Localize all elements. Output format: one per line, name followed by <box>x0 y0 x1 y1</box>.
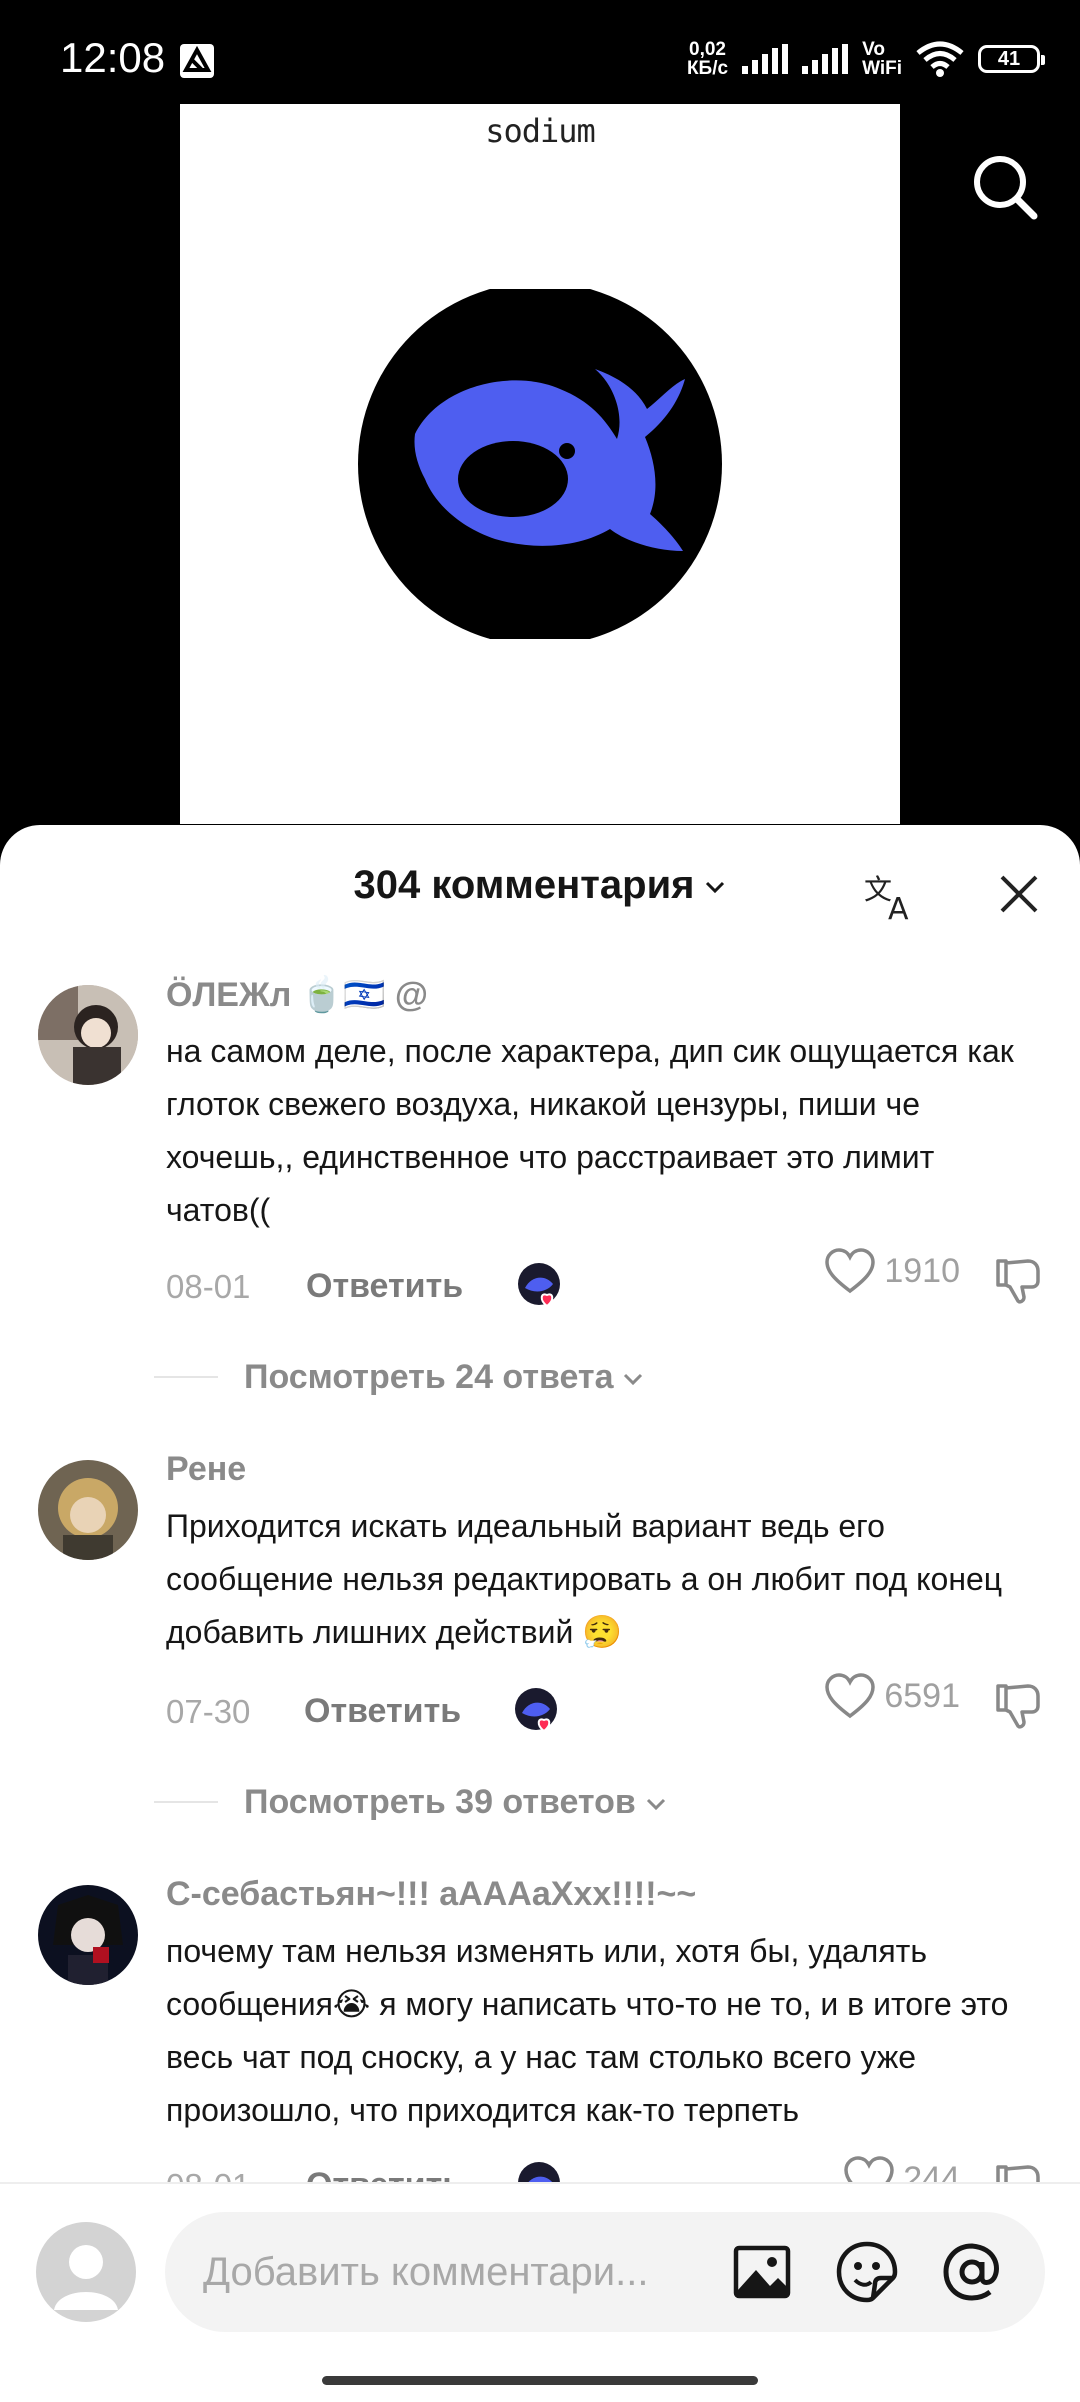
status-indicators: 0,02 КБ/с Vo WiFi 41 <box>686 39 1045 79</box>
view-replies-button[interactable]: Посмотреть 24 ответа <box>0 1352 1080 1402</box>
my-avatar[interactable] <box>36 2222 136 2322</box>
avatar[interactable] <box>38 985 138 1085</box>
comment-username[interactable]: С-себастьян~!!! aAAAaXxx!!!!~~ <box>166 1875 696 1914</box>
reply-button[interactable]: Ответить <box>306 1267 463 1306</box>
emoji-icon[interactable] <box>835 2240 899 2304</box>
notification-app-icon <box>180 44 214 78</box>
divider-line <box>154 1801 218 1803</box>
video-frame: sodium <box>180 104 900 824</box>
home-indicator[interactable] <box>322 2376 758 2385</box>
chevron-down-icon <box>646 1798 665 1811</box>
reply-button[interactable]: Ответить <box>304 1692 461 1731</box>
avatar[interactable] <box>38 1885 138 1985</box>
chevron-down-icon <box>624 1373 643 1386</box>
comments-title: 304 комментария <box>353 863 695 907</box>
comment-username[interactable]: Рене <box>166 1450 246 1489</box>
comment-text: почему там нельзя изменять или, хотя бы,… <box>166 1933 1009 2128</box>
comment-item: ÖЛЕЖл 🍵🇮🇱 @ на самом деле, после характе… <box>0 975 1080 1245</box>
whale-logo-image <box>358 289 722 639</box>
comments-header: 304 комментария 文 A <box>0 825 1080 955</box>
avatar[interactable] <box>38 1460 138 1560</box>
image-icon[interactable] <box>730 2240 794 2304</box>
heart-outline-icon <box>825 1673 876 1719</box>
view-replies-label: Посмотреть 24 ответа <box>244 1358 614 1396</box>
status-bar: 12:08 0,02 КБ/с Vo WiFi 41 <box>0 0 1080 100</box>
dislike-icon[interactable] <box>992 1255 1044 1307</box>
comment-item: Рене Приходится искать идеальный вариант… <box>0 1450 1080 1670</box>
battery-indicator: 41 <box>978 45 1045 73</box>
network-speed: 0,02 КБ/с <box>686 39 729 79</box>
view-replies-label: Посмотреть 39 ответов <box>244 1783 636 1821</box>
status-time: 12:08 <box>60 34 166 81</box>
view-replies-button[interactable]: Посмотреть 39 ответов <box>0 1777 1080 1827</box>
svg-text:A: A <box>888 892 909 925</box>
comment-input-placeholder: Добавить комментари... <box>203 2250 649 2294</box>
search-icon[interactable] <box>970 152 1040 222</box>
like-count: 6591 <box>884 1676 960 1715</box>
translate-icon[interactable]: 文 A <box>862 867 920 925</box>
comment-input[interactable]: Добавить комментари... <box>165 2212 1045 2332</box>
comment-text: на самом деле, после характера, дип сик … <box>166 1033 1014 1228</box>
like-count: 1910 <box>884 1251 960 1290</box>
like-button[interactable]: 6591 <box>824 1672 960 1720</box>
comment-date: 07-30 <box>166 1693 251 1730</box>
divider-line <box>154 1376 218 1378</box>
comment-username[interactable]: ÖЛЕЖл 🍵🇮🇱 @ <box>166 975 428 1015</box>
close-icon[interactable] <box>994 869 1044 919</box>
comments-sheet: 304 комментария 文 A ÖЛЕЖл 🍵🇮🇱 @ на самом… <box>0 825 1080 2400</box>
mention-icon[interactable] <box>940 2240 1004 2304</box>
comment-input-bar: Добавить комментари... <box>0 2182 1080 2402</box>
comment-item: С-себастьян~!!! aAAAaXxx!!!!~~ почему та… <box>0 1875 1080 2165</box>
comment-text: Приходится искать идеальный вариант ведь… <box>166 1508 1003 1650</box>
chevron-down-icon <box>705 882 724 894</box>
video-player[interactable]: sodium <box>0 100 1080 860</box>
comment-date: 08-01 <box>166 1268 251 1305</box>
signal-icon-2 <box>802 44 849 74</box>
wifi-icon <box>916 41 964 77</box>
heart-outline-icon <box>825 1248 876 1294</box>
video-caption: sodium <box>485 112 596 150</box>
vowifi-indicator: Vo WiFi <box>862 39 902 79</box>
like-button[interactable]: 1910 <box>824 1247 960 1295</box>
dislike-icon[interactable] <box>992 1680 1044 1732</box>
creator-liked-icon <box>518 1263 560 1308</box>
creator-liked-icon <box>515 1688 557 1733</box>
signal-icon <box>742 44 789 74</box>
